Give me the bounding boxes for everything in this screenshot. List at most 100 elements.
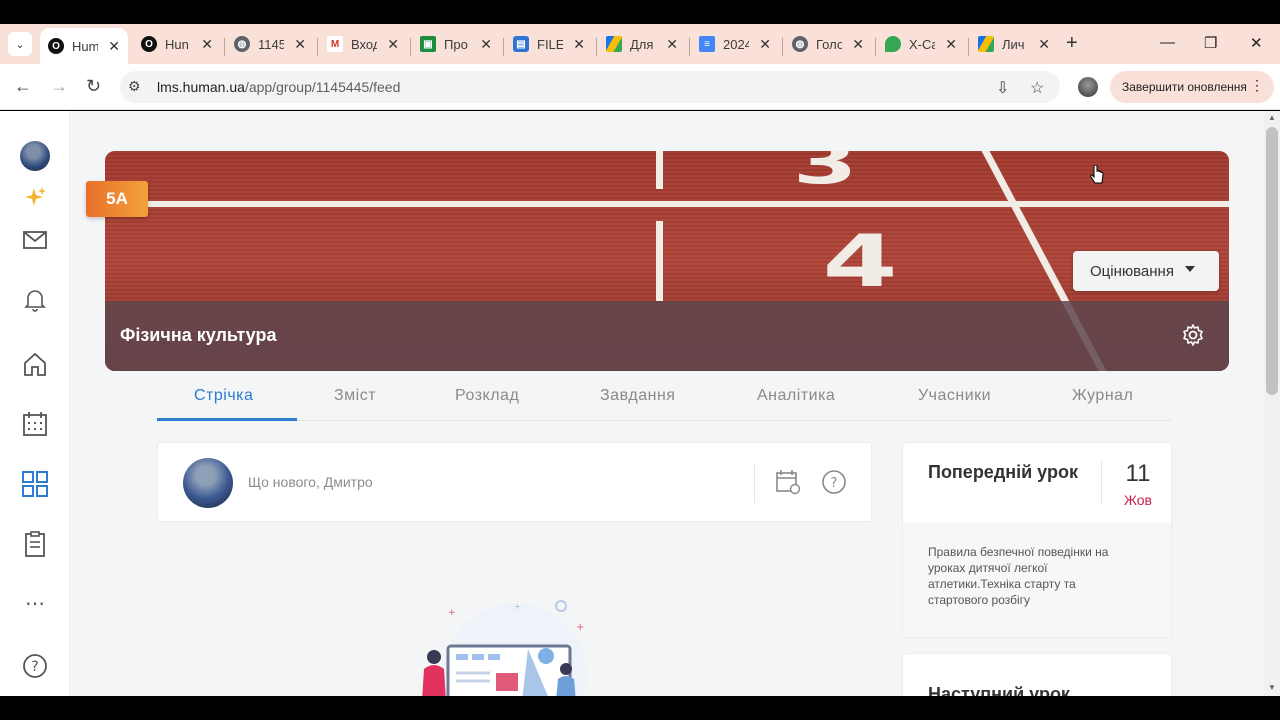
tab-content[interactable]: Зміст [334, 387, 376, 405]
more-horizontal-icon[interactable]: ⋯ [20, 588, 50, 618]
maps-icon [885, 36, 901, 52]
browser-tab[interactable]: ≡ 2024 ✕ [691, 28, 779, 60]
close-icon[interactable]: ✕ [666, 36, 678, 53]
lesson-date-month: Жов [1124, 492, 1152, 508]
lesson-card-body: Правила безпечної поведінки на уроках ди… [903, 523, 1171, 637]
tab-label: FILE [537, 36, 564, 52]
profile-avatar[interactable] [1078, 77, 1098, 97]
bookmark-star-icon[interactable]: ☆ [1030, 78, 1044, 98]
scroll-down-icon[interactable]: ▼ [1268, 683, 1276, 692]
drive-icon [978, 36, 994, 52]
previous-lesson-card[interactable]: Попередній урок 11 Жов Правила безпечної… [902, 442, 1172, 638]
site-settings-icon[interactable]: ⚙ [128, 78, 141, 95]
drive-icon [606, 36, 622, 52]
tab-feed[interactable]: Стрічка [194, 387, 253, 405]
restore-button[interactable]: ❐ [1204, 34, 1217, 52]
close-icon[interactable]: ✕ [480, 36, 492, 53]
help-icon[interactable]: ? [20, 651, 50, 681]
tab-members[interactable]: Учасники [918, 387, 991, 405]
home-icon[interactable] [20, 349, 50, 379]
opera-icon: O [141, 36, 157, 52]
grading-dropdown[interactable]: Оцінювання [1073, 251, 1219, 291]
tab-journal[interactable]: Журнал [1072, 387, 1133, 405]
browser-tab[interactable]: ▣ Про ✕ [412, 28, 500, 60]
lane-line [105, 201, 1229, 207]
next-lesson-card[interactable]: Наступний урок [902, 653, 1172, 696]
svg-text:?: ? [831, 476, 838, 491]
close-icon[interactable]: ✕ [108, 38, 120, 55]
close-icon[interactable]: ✕ [573, 36, 585, 53]
browser-tab[interactable]: ◍ 1145 ✕ [226, 28, 314, 60]
mail-icon[interactable] [20, 225, 50, 255]
tab-divider [317, 38, 318, 56]
tab-label: 2024 [723, 36, 750, 52]
scrollbar-thumb[interactable] [1266, 127, 1278, 395]
close-window-button[interactable]: ✕ [1250, 34, 1263, 52]
tab-schedule[interactable]: Розклад [455, 387, 519, 405]
classroom-icon: ▣ [420, 36, 436, 52]
tab-divider [689, 38, 690, 56]
more-vertical-icon[interactable]: ⋮ [1250, 77, 1264, 94]
letterbox-bottom [0, 696, 1280, 720]
tab-label: Для [630, 36, 654, 52]
divider [1101, 461, 1102, 505]
close-icon[interactable]: ✕ [1038, 36, 1050, 53]
close-icon[interactable]: ✕ [759, 36, 771, 53]
svg-text:+: + [448, 608, 456, 618]
browser-tab[interactable]: M Вход ✕ [319, 28, 407, 60]
bell-icon[interactable] [20, 285, 50, 315]
update-browser-button[interactable]: Завершити оновлення ⋮ [1110, 71, 1274, 103]
user-avatar[interactable] [20, 141, 50, 171]
tab-label: Голо [816, 36, 843, 52]
calendar-icon[interactable] [20, 409, 50, 439]
lane-number: 3 [792, 151, 858, 197]
help-icon[interactable]: ? [821, 469, 847, 495]
browser-tab[interactable]: O Hun ✕ [133, 28, 221, 60]
tab-label: X-Ca [909, 36, 936, 52]
install-app-icon[interactable]: ⇩ [996, 78, 1009, 98]
browser-tab[interactable]: ▤ FILE ✕ [505, 28, 593, 60]
sparkle-icon[interactable] [20, 183, 50, 213]
forward-button[interactable]: → [50, 76, 68, 97]
tab-search-button[interactable]: ⌄ [8, 32, 32, 56]
browser-tab[interactable]: Лич ✕ [970, 28, 1058, 60]
close-icon[interactable]: ✕ [945, 36, 957, 53]
page-scrollbar[interactable]: ▲ ▼ [1264, 111, 1280, 696]
course-title: Фізична культура [120, 325, 277, 345]
schedule-post-icon[interactable] [775, 469, 801, 495]
clipboard-icon[interactable] [20, 529, 50, 559]
gmail-icon: M [327, 36, 343, 52]
grading-label: Оцінювання [1090, 262, 1174, 280]
scroll-up-icon[interactable]: ▲ [1268, 113, 1276, 122]
dashboard-grid-icon[interactable] [20, 469, 50, 499]
new-tab-button[interactable]: + [1066, 32, 1078, 55]
back-button[interactable]: ← [14, 76, 32, 97]
browser-tab[interactable]: X-Ca ✕ [877, 28, 965, 60]
browser-tab-strip: ⌄ O Hum ✕ O Hun ✕ ◍ 1145 ✕ M Вход ✕ ▣ Пр… [0, 24, 1280, 64]
browser-tab[interactable]: O Hum ✕ [40, 28, 128, 64]
lesson-card-title: Попередній урок [928, 462, 1078, 482]
lesson-card-header: Попередній урок 11 Жов [903, 443, 1171, 523]
minimize-button[interactable]: — [1160, 34, 1175, 51]
close-icon[interactable]: ✕ [294, 36, 306, 53]
settings-gear-icon[interactable] [1181, 323, 1205, 347]
lane-line [656, 151, 663, 189]
url-text[interactable]: lms.human.ua/app/group/1145445/feed [157, 79, 400, 95]
close-icon: ✕ [1250, 35, 1263, 52]
browser-tab[interactable]: ◍ Голо ✕ [784, 28, 872, 60]
banner-title-bar: Фізична культура [105, 301, 1229, 371]
update-button-label: Завершити оновлення [1122, 80, 1247, 94]
post-input[interactable]: Що нового, Дмитро [248, 474, 373, 490]
reload-button[interactable]: ↻ [86, 76, 101, 97]
close-icon[interactable]: ✕ [852, 36, 864, 53]
close-icon[interactable]: ✕ [387, 36, 399, 53]
new-post-box[interactable]: Що нового, Дмитро ? [157, 442, 872, 522]
close-icon[interactable]: ✕ [201, 36, 213, 53]
address-bar[interactable]: ⚙ lms.human.ua/app/group/1145445/feed ⇩ … [120, 71, 1060, 103]
url-path: /app/group/1145445/feed [244, 79, 401, 95]
tab-analytics[interactable]: Аналітика [757, 387, 835, 405]
tab-assignments[interactable]: Завдання [600, 387, 675, 405]
browser-tab[interactable]: Для ✕ [598, 28, 686, 60]
arrow-left-icon: ← [14, 76, 32, 96]
arrow-right-icon: → [50, 76, 68, 96]
